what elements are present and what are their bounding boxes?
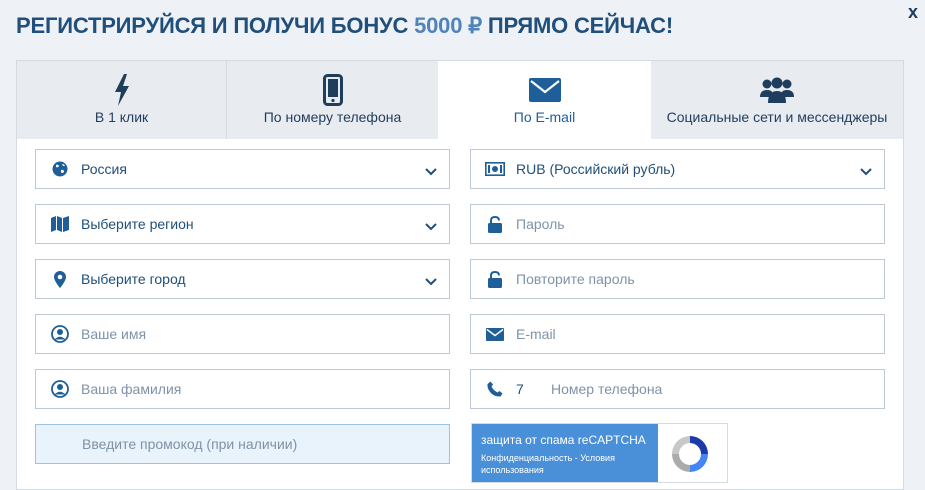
envelope-icon [438, 73, 651, 107]
title-prefix: РЕГИСТРИРУЙСЯ И ПОЛУЧИ БОНУС [16, 13, 415, 38]
email-field[interactable]: E-mail [470, 314, 885, 354]
password-field[interactable]: Пароль [470, 204, 885, 244]
user-icon [50, 370, 70, 408]
currency-select[interactable]: RUB (Российский рубль) [470, 149, 885, 189]
first-name-field[interactable]: Ваше имя [35, 314, 450, 354]
last-name-field[interactable]: Ваша фамилия [35, 369, 450, 409]
location-pin-icon [50, 260, 70, 298]
globe-icon [50, 150, 70, 188]
registration-tabs: В 1 клик По номеру телефона По E-mail Со… [17, 61, 903, 139]
recaptcha-info: защита от спама reCAPTCHA Конфиденциальн… [472, 424, 658, 482]
tab-label: По E-mail [513, 109, 576, 125]
lock-icon [485, 205, 505, 243]
phone-icon [485, 370, 505, 408]
user-icon [50, 315, 70, 353]
password-repeat-field[interactable]: Повторите пароль [470, 259, 885, 299]
title-bonus: 5000 ₽ [414, 13, 482, 38]
region-select[interactable]: Выберите регион [35, 204, 450, 244]
recaptcha-title: защита от спама reCAPTCHA [481, 433, 646, 447]
tab-phone[interactable]: По номеру телефона [227, 61, 438, 139]
chevron-down-icon [425, 163, 437, 179]
tab-label: В 1 клик [94, 109, 149, 125]
recaptcha-logo-icon [668, 432, 712, 481]
tab-label: Социальные сети и мессенджеры [666, 109, 888, 125]
country-value: Россия [81, 161, 127, 177]
phone-placeholder: Номер телефона [551, 381, 663, 397]
first-name-placeholder: Ваше имя [81, 326, 147, 342]
lightning-icon [17, 73, 226, 107]
phone-country-code: 7 [516, 381, 524, 397]
tab-social[interactable]: Социальные сети и мессенджеры [651, 61, 903, 139]
users-icon [651, 73, 903, 107]
phone-icon [227, 73, 438, 107]
recaptcha-widget[interactable]: защита от спама reCAPTCHA Конфиденциальн… [471, 423, 728, 483]
email-placeholder: E-mail [516, 326, 556, 342]
page-title: РЕГИСТРИРУЙСЯ И ПОЛУЧИ БОНУС 5000 ₽ ПРЯМ… [16, 13, 673, 39]
promo-code-field[interactable]: Введите промокод (при наличии) [35, 424, 450, 464]
tab-label: По номеру телефона [263, 109, 402, 125]
tab-one-click[interactable]: В 1 клик [17, 61, 227, 139]
chevron-down-icon [425, 218, 437, 234]
password-repeat-placeholder: Повторите пароль [516, 271, 635, 287]
promo-code-placeholder: Введите промокод (при наличии) [82, 436, 298, 452]
map-icon [50, 205, 70, 243]
password-placeholder: Пароль [516, 216, 565, 232]
chevron-down-icon [425, 273, 437, 289]
title-suffix: ПРЯМО СЕЙЧАС! [481, 13, 673, 38]
region-value: Выберите регион [81, 216, 194, 232]
lock-icon [485, 260, 505, 298]
currency-value: RUB (Российский рубль) [516, 161, 676, 177]
tab-email[interactable]: По E-mail [438, 61, 651, 139]
money-icon [485, 150, 505, 188]
city-value: Выберите город [81, 271, 186, 287]
chevron-down-icon [860, 163, 872, 179]
envelope-icon [485, 315, 505, 353]
close-button[interactable]: x [908, 2, 918, 22]
phone-field[interactable]: 7 Номер телефона [470, 369, 885, 409]
recaptcha-links[interactable]: Конфиденциальность - Условия использован… [481, 452, 651, 476]
last-name-placeholder: Ваша фамилия [81, 381, 182, 397]
city-select[interactable]: Выберите город [35, 259, 450, 299]
country-select[interactable]: Россия [35, 149, 450, 189]
